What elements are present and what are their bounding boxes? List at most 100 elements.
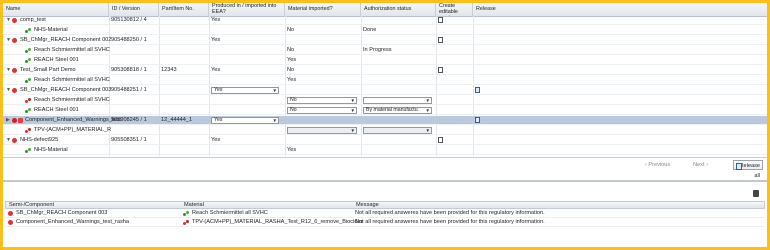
col-produced[interactable]: Produced in / imported into EEA? xyxy=(209,3,285,16)
messages-panel: Semi-/Component Material Message SB_ChMg… xyxy=(3,180,767,247)
row-material-imported: No xyxy=(287,27,295,33)
row-message: Not all required answeres have been prov… xyxy=(355,210,545,216)
tree-toggle-icon[interactable]: ▼ xyxy=(6,68,11,73)
release-icon[interactable] xyxy=(475,117,480,123)
row-name: SB_ChMgr_REACH Component 002 xyxy=(20,37,112,43)
col-name[interactable]: Name xyxy=(3,3,109,16)
row-name: Test_Small Part Demo xyxy=(20,67,76,73)
row-authorization: Done xyxy=(363,27,377,33)
create-version-icon[interactable] xyxy=(438,17,443,23)
tree-toggle-icon[interactable]: ▼ xyxy=(6,138,11,143)
material-icon xyxy=(25,48,32,53)
chevron-down-icon: ▼ xyxy=(272,88,277,93)
previous-button[interactable]: ‹ Previous xyxy=(645,161,670,170)
row-name: NHS-defect925 xyxy=(20,137,59,143)
material-imported-select[interactable]: No ▼ xyxy=(287,107,357,114)
row-name: Reach Schmiermittel all SVHC xyxy=(34,97,110,103)
stop-status-icon xyxy=(12,68,17,73)
row-produced: Yes xyxy=(211,137,221,143)
row-id: 905488250 / 1 xyxy=(111,37,147,43)
row-name: Component_Enhanced_Warnings_test xyxy=(25,117,121,123)
material-icon xyxy=(25,98,32,103)
row-name: Reach Schmiermittel all SVHC xyxy=(34,47,110,53)
tree-toggle-icon[interactable]: ▼ xyxy=(6,18,11,23)
table-row[interactable]: ▼ NHS-defect925 905508351 / 1 Yes xyxy=(3,136,767,145)
row-name: NHS-Material xyxy=(34,147,68,153)
row-material-imported: No xyxy=(287,67,295,73)
table-row-selected[interactable]: ▶ Component_Enhanced_Warnings_test 90590… xyxy=(3,116,767,125)
next-button[interactable]: Next › xyxy=(693,161,708,170)
col-material-imported[interactable]: Material imported? xyxy=(285,3,361,16)
material-imported-select[interactable]: ▼ xyxy=(287,127,357,134)
message-row[interactable]: SB_ChMgr_REACH Component 003 Reach Schmi… xyxy=(5,209,765,218)
material-icon xyxy=(25,28,32,33)
material-icon xyxy=(25,108,32,113)
table-row[interactable]: ▼ Test_Small Part Demo 905308818 / 1 123… xyxy=(3,66,767,75)
col-authorization[interactable]: Authorization status xyxy=(361,3,436,16)
row-id: 905130812 / 4 xyxy=(111,17,147,23)
authorization-select[interactable]: ▼ xyxy=(363,127,432,134)
produced-select[interactable]: Yes ▼ xyxy=(211,117,279,124)
col-id-version[interactable]: ID / Version xyxy=(109,3,159,16)
release-all-button[interactable]: Release all xyxy=(733,160,763,179)
produced-select[interactable]: Yes ▼ xyxy=(211,87,279,94)
row-part-no: 12_44444_1 xyxy=(161,117,193,123)
row-id: 905908245 / 1 xyxy=(111,117,147,123)
create-version-icon[interactable] xyxy=(438,67,443,73)
table-row[interactable]: ▼ SB_ChMgr_REACH Component 003 905488251… xyxy=(3,86,767,95)
col-material[interactable]: Material xyxy=(184,202,204,209)
stop-status-icon xyxy=(12,138,17,143)
row-material-imported: Yes xyxy=(287,57,297,63)
authorization-select[interactable]: ▼ xyxy=(363,97,432,104)
trash-icon[interactable] xyxy=(753,190,759,197)
stop-status-icon xyxy=(12,88,17,93)
row-id: 905308818 / 1 xyxy=(111,67,147,73)
create-version-icon[interactable] xyxy=(438,137,443,143)
col-release[interactable]: Release xyxy=(473,3,767,16)
previous-label: Previous xyxy=(648,162,671,168)
pager-bar: ‹ Previous Next › Release all xyxy=(3,157,767,179)
table-row[interactable]: Reach Schmiermittel all SVHC No ▼ ▼ xyxy=(3,96,767,105)
authorization-select[interactable]: By material manufactu ▼ xyxy=(363,107,432,114)
chevron-down-icon: ▼ xyxy=(350,98,355,103)
tree-toggle-icon[interactable]: ▶ xyxy=(6,118,10,123)
material-icon xyxy=(25,58,32,63)
row-material-imported: No xyxy=(287,47,295,53)
table-row[interactable]: NHS-Material Yes xyxy=(3,146,767,155)
col-semi-component[interactable]: Semi-/Component xyxy=(9,202,54,209)
table-row[interactable]: Reach Schmiermittel all SVHC No In Progr… xyxy=(3,46,767,55)
error-icon xyxy=(8,220,13,225)
release-icon[interactable] xyxy=(475,87,480,93)
row-name: NHS-Material xyxy=(34,27,68,33)
table-row[interactable]: REACH Steel 001 No ▼ By material manufact… xyxy=(3,106,767,115)
tree-toggle-icon[interactable]: ▼ xyxy=(6,38,11,43)
chevron-down-icon: ▼ xyxy=(350,108,355,113)
chevron-down-icon: ▼ xyxy=(425,108,430,113)
table-row[interactable]: ▼ comp_test 905130812 / 4 Yes xyxy=(3,16,767,25)
message-row[interactable]: Component_Enhanced_Warnings_test_rasha T… xyxy=(5,218,765,227)
chevron-down-icon: ▼ xyxy=(272,118,277,123)
row-id: 905508351 / 1 xyxy=(111,137,147,143)
material-icon xyxy=(25,148,32,153)
row-message: Not all required answeres have been prov… xyxy=(355,219,545,225)
create-version-icon[interactable] xyxy=(438,37,443,43)
row-name: comp_test xyxy=(20,17,46,23)
col-message[interactable]: Message xyxy=(356,202,379,209)
table-row[interactable]: ▼ SB_ChMgr_REACH Component 002 905488250… xyxy=(3,36,767,45)
row-material: Reach Schmiermittel all SVHC xyxy=(192,210,268,216)
row-authorization: In Progress xyxy=(363,47,392,53)
col-part-no[interactable]: Part/Item No. xyxy=(159,3,209,16)
row-name: Reach Schmiermittel all SVHC xyxy=(34,77,110,83)
table-row[interactable]: TPV-(ACM+PP)_MATERIAL_R ▼ ▼ xyxy=(3,126,767,135)
row-material-imported: Yes xyxy=(287,147,297,153)
tree-toggle-icon[interactable]: ▼ xyxy=(6,88,11,93)
col-create-version[interactable]: Create editable version xyxy=(436,3,473,16)
row-name: REACH Steel 001 xyxy=(34,57,79,63)
release-all-label: Release all xyxy=(739,163,760,179)
material-imported-select[interactable]: No ▼ xyxy=(287,97,357,104)
table-row[interactable]: REACH Steel 001 Yes xyxy=(3,56,767,65)
messages-header: Semi-/Component Material Message xyxy=(5,201,765,209)
table-row[interactable]: NHS-Material No Done xyxy=(3,26,767,35)
table-row[interactable]: Reach Schmiermittel all SVHC Yes xyxy=(3,76,767,85)
error-icon xyxy=(8,211,13,216)
